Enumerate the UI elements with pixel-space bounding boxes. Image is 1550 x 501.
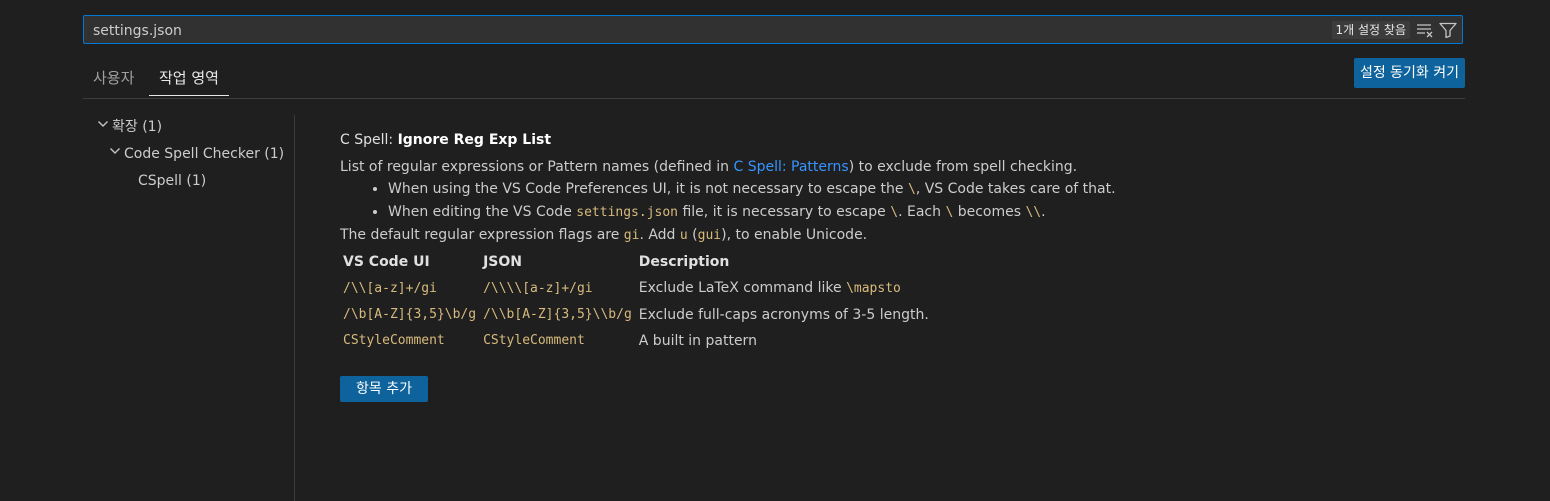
tree-item-cspell[interactable]: CSpell (1): [138, 170, 206, 192]
flags-note: The default regular expression flags are…: [340, 227, 868, 243]
list-item: When editing the VS Code settings.json f…: [388, 201, 1440, 224]
list-item: When using the VS Code Preferences UI, i…: [388, 178, 1440, 201]
chevron-down-icon: [108, 143, 124, 165]
settings-scope-tabs: 사용자 작업 영역 설정 동기화 켜기: [83, 58, 1465, 99]
turn-on-settings-sync-button[interactable]: 설정 동기화 켜기: [1353, 58, 1465, 88]
clear-filter-icon[interactable]: [1414, 19, 1436, 41]
patterns-link[interactable]: C Spell: Patterns: [733, 159, 848, 175]
add-item-button[interactable]: 항목 추가: [340, 376, 428, 402]
column-header: JSON: [483, 254, 522, 270]
table-cell: /\\b[A-Z]{3,5}\\b/g: [483, 307, 632, 322]
result-count-badge: 1개 설정 찾음: [1331, 21, 1410, 39]
table-cell: Exclude full-caps acronyms of 3-5 length…: [638, 307, 929, 323]
table-row: CStyleComment CStyleComment A built in p…: [340, 328, 933, 354]
column-header: Description: [638, 254, 730, 270]
table-row: /\\[a-z]+/gi /\\\\[a-z]+/gi Exclude LaTe…: [340, 275, 933, 302]
desc-text: List of regular expressions or Pattern n…: [340, 159, 734, 175]
examples-table: VS Code UI JSON Description /\\[a-z]+/gi…: [340, 249, 933, 354]
table-cell: A built in pattern: [638, 333, 757, 349]
tab-workspace[interactable]: 작업 영역: [149, 65, 229, 96]
tab-user[interactable]: 사용자: [93, 65, 134, 95]
tree-item-label: 확장 (1): [112, 119, 163, 135]
tree-item-extensions[interactable]: 확장 (1): [96, 116, 162, 138]
setting-description: List of regular expressions or Pattern n…: [340, 156, 1440, 354]
table-header-row: VS Code UI JSON Description: [340, 249, 933, 275]
tree-item-label: Code Spell Checker (1): [124, 146, 285, 162]
table-cell: CStyleComment: [483, 333, 585, 348]
column-header: VS Code UI: [343, 254, 430, 270]
setting-category: C Spell:: [340, 132, 398, 148]
settings-search-bar[interactable]: 1개 설정 찾음: [83, 15, 1463, 45]
table-cell: /\\\\[a-z]+/gi: [483, 280, 593, 296]
setting-title: C Spell: Ignore Reg Exp List: [340, 130, 1440, 150]
desc-bullets: When using the VS Code Preferences UI, i…: [340, 178, 1440, 224]
setting-item-ignore-reg-exp-list: C Spell: Ignore Reg Exp List List of reg…: [340, 130, 1440, 402]
setting-name: Ignore Reg Exp List: [397, 132, 552, 148]
chevron-down-icon: [96, 116, 112, 138]
table-cell: /\\[a-z]+/gi: [343, 280, 437, 296]
search-input[interactable]: [91, 16, 1095, 45]
desc-text: ) to exclude from spell checking.: [848, 159, 1078, 175]
table-row: /\b[A-Z]{3,5}\b/g /\\b[A-Z]{3,5}\\b/g Ex…: [340, 302, 933, 328]
table-cell: /\b[A-Z]{3,5}\b/g: [343, 307, 477, 322]
table-cell: CStyleComment: [343, 333, 445, 348]
filter-icon[interactable]: [1437, 19, 1459, 41]
tree-item-code-spell-checker[interactable]: Code Spell Checker (1): [108, 143, 284, 165]
sash-divider[interactable]: [294, 115, 295, 501]
table-cell: Exclude LaTeX command like \mapsto: [638, 280, 901, 296]
